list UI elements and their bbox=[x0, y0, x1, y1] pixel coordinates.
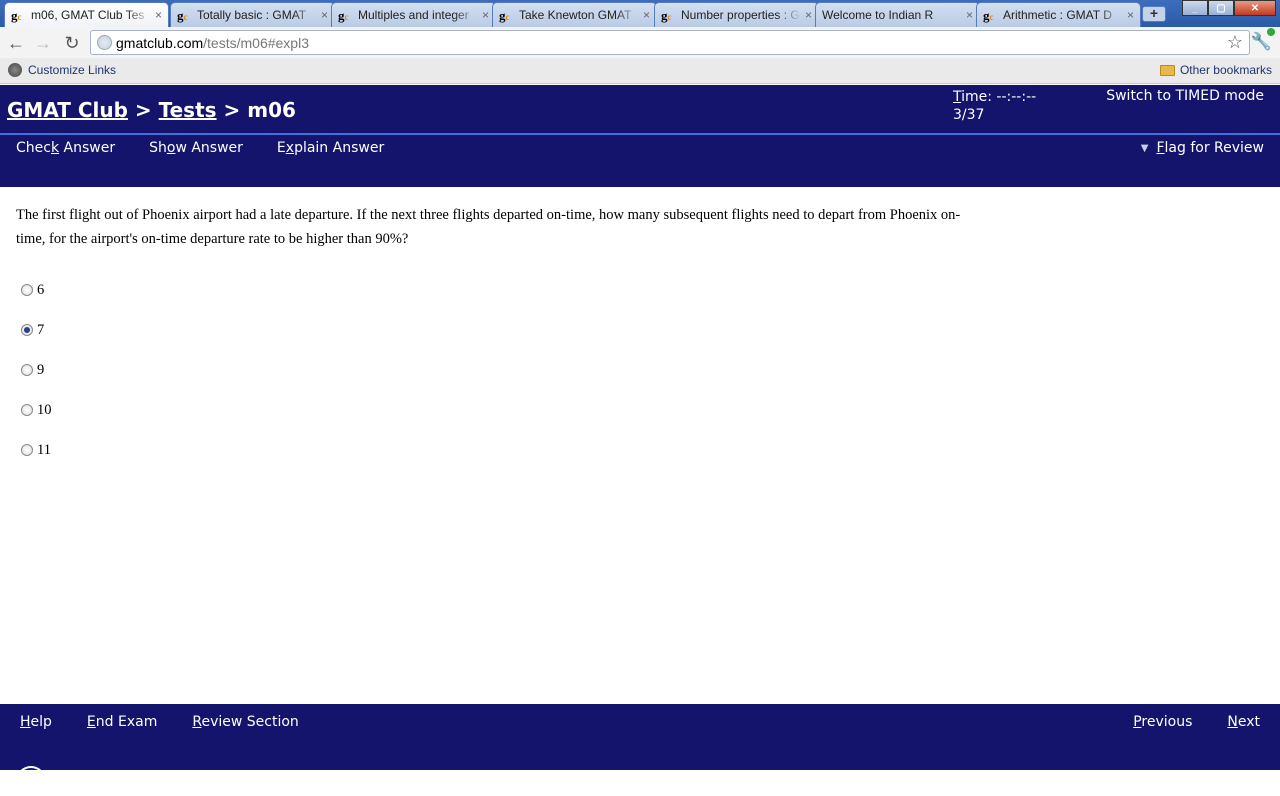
gc-icon: gc bbox=[338, 8, 349, 23]
browser-tab[interactable]: gc m06, GMAT Club Tes × bbox=[4, 2, 169, 27]
footer-left-nav: Help End Exam Review Section bbox=[20, 714, 299, 730]
next-button[interactable]: Next bbox=[1227, 714, 1260, 730]
browser-tab[interactable]: Welcome to Indian R × bbox=[815, 2, 980, 27]
gc-icon: gc bbox=[661, 8, 672, 23]
gc-icon: gc bbox=[11, 8, 22, 23]
gc-icon: gc bbox=[983, 8, 994, 23]
radio-button[interactable] bbox=[21, 324, 33, 336]
tab-close-icon[interactable]: × bbox=[966, 8, 973, 22]
question-progress: 3/37 bbox=[953, 107, 985, 123]
choice-label: 10 bbox=[37, 401, 52, 418]
explain-answer-button[interactable]: Explain Answer bbox=[277, 140, 384, 156]
tab-close-icon[interactable]: × bbox=[1127, 8, 1134, 22]
question-text: The first flight out of Phoenix airport … bbox=[16, 207, 961, 247]
browser-tab[interactable]: gc Multiples and integer × bbox=[331, 2, 496, 27]
tab-label: Arithmetic : GMAT D bbox=[1003, 8, 1112, 22]
tab-label: m06, GMAT Club Tes bbox=[31, 8, 145, 22]
tab-close-icon[interactable]: × bbox=[805, 8, 812, 22]
timer-display[interactable]: Time: --:--:-- bbox=[953, 88, 1036, 106]
breadcrumb-gmat-club[interactable]: GMAT Club bbox=[7, 98, 128, 122]
tab-label: Welcome to Indian R bbox=[822, 8, 934, 22]
tab-close-icon[interactable]: × bbox=[321, 8, 328, 22]
browser-tab[interactable]: gc Number properties : G × bbox=[654, 2, 819, 27]
customize-links[interactable]: Customize Links bbox=[8, 63, 116, 77]
window-close-icon[interactable]: ✕ bbox=[1234, 0, 1276, 16]
previous-button[interactable]: Previous bbox=[1133, 714, 1192, 730]
show-answer-button[interactable]: Show Answer bbox=[149, 140, 243, 156]
flag-marker-icon: ▼ bbox=[1140, 142, 1149, 154]
browser-tab[interactable]: gc Totally basic : GMAT × bbox=[170, 2, 335, 27]
breadcrumb-separator: > bbox=[127, 98, 159, 122]
test-footer: Help End Exam Review Section Previous Ne… bbox=[0, 704, 1280, 796]
choice-label: 11 bbox=[37, 441, 51, 458]
radio-button[interactable] bbox=[21, 404, 33, 416]
footer-circle-icon bbox=[16, 766, 46, 796]
update-badge bbox=[1267, 28, 1275, 36]
globe-icon bbox=[97, 35, 112, 50]
other-bookmarks-label: Other bookmarks bbox=[1179, 63, 1272, 77]
reload-icon[interactable]: ↻ bbox=[61, 32, 83, 54]
customize-links-icon bbox=[8, 63, 22, 77]
answer-choices: 6 7 9 10 11 bbox=[21, 270, 52, 470]
breadcrumb: GMAT Club > Tests > m06 bbox=[7, 98, 296, 122]
breadcrumb-separator: > bbox=[216, 98, 248, 122]
help-button[interactable]: Help bbox=[20, 714, 52, 730]
end-exam-button[interactable]: End Exam bbox=[87, 714, 157, 730]
bookmark-star-icon[interactable]: ☆ bbox=[1227, 32, 1243, 53]
minimize-icon[interactable]: _ bbox=[1182, 0, 1208, 16]
radio-button[interactable] bbox=[21, 284, 33, 296]
radio-button[interactable] bbox=[21, 444, 33, 456]
answer-choice[interactable]: 10 bbox=[21, 390, 52, 430]
footer-right-nav: Previous Next bbox=[1133, 714, 1260, 730]
answer-actions: Check Answer Show Answer Explain Answer bbox=[16, 140, 384, 156]
bookmarks-bar: Customize Links Other bookmarks bbox=[0, 58, 1280, 84]
browser-tab[interactable]: gc Arithmetic : GMAT D × bbox=[976, 2, 1141, 27]
wrench-icon[interactable]: 🔧 bbox=[1251, 28, 1275, 52]
maximize-icon[interactable]: ▢ bbox=[1208, 0, 1234, 16]
new-tab-button[interactable]: + bbox=[1142, 6, 1166, 22]
back-arrow-icon[interactable]: ← bbox=[5, 32, 27, 54]
flag-for-review-button[interactable]: ▼ Flag for Review bbox=[1141, 140, 1264, 156]
header-divider bbox=[0, 133, 1280, 135]
timer: Time: --:--:-- 3/37 bbox=[953, 88, 1036, 124]
address-bar[interactable]: gmatclub.com/tests/m06#expl3 ☆ bbox=[90, 30, 1250, 55]
window-controls: _ ▢ ✕ bbox=[1182, 0, 1276, 16]
switch-timed-mode-link[interactable]: Switch to TIMED mode bbox=[1106, 88, 1264, 104]
choice-label: 6 bbox=[37, 281, 45, 298]
gc-icon: gc bbox=[499, 8, 510, 23]
browser-tab[interactable]: gc Take Knewton GMAT × bbox=[492, 2, 657, 27]
tab-label: Take Knewton GMAT bbox=[519, 8, 632, 22]
breadcrumb-tests[interactable]: Tests bbox=[159, 98, 217, 122]
tab-label: Totally basic : GMAT bbox=[197, 8, 307, 22]
answer-choice[interactable]: 11 bbox=[21, 430, 52, 470]
radio-button[interactable] bbox=[21, 364, 33, 376]
customize-links-label: Customize Links bbox=[28, 63, 117, 77]
gc-icon: gc bbox=[177, 8, 188, 23]
check-answer-button[interactable]: Check Answer bbox=[16, 140, 115, 156]
forward-arrow-icon[interactable]: → bbox=[32, 32, 54, 54]
url-text: gmatclub.com/tests/m06#expl3 bbox=[116, 35, 309, 51]
other-bookmarks[interactable]: Other bookmarks bbox=[1159, 63, 1272, 77]
answer-choice[interactable]: 9 bbox=[21, 350, 52, 390]
tab-label: Number properties : G bbox=[681, 8, 800, 22]
tab-close-icon[interactable]: × bbox=[155, 8, 162, 22]
answer-choice[interactable]: 7 bbox=[21, 310, 52, 350]
choice-label: 7 bbox=[37, 321, 45, 338]
choice-label: 9 bbox=[37, 361, 45, 378]
browser-toolbar: ← → ↻ gmatclub.com/tests/m06#expl3 ☆ 🔧 bbox=[0, 27, 1280, 58]
answer-choice[interactable]: 6 bbox=[21, 270, 52, 310]
breadcrumb-current: m06 bbox=[247, 98, 296, 122]
folder-icon bbox=[1159, 64, 1175, 76]
review-section-button[interactable]: Review Section bbox=[192, 714, 298, 730]
test-header: GMAT Club > Tests > m06 Time: --:--:-- 3… bbox=[0, 85, 1280, 187]
browser-tab-strip: gc m06, GMAT Club Tes × gc Totally basic… bbox=[0, 0, 1280, 27]
tab-close-icon[interactable]: × bbox=[482, 8, 489, 22]
tab-close-icon[interactable]: × bbox=[643, 8, 650, 22]
tab-label: Multiples and integer bbox=[358, 8, 469, 22]
